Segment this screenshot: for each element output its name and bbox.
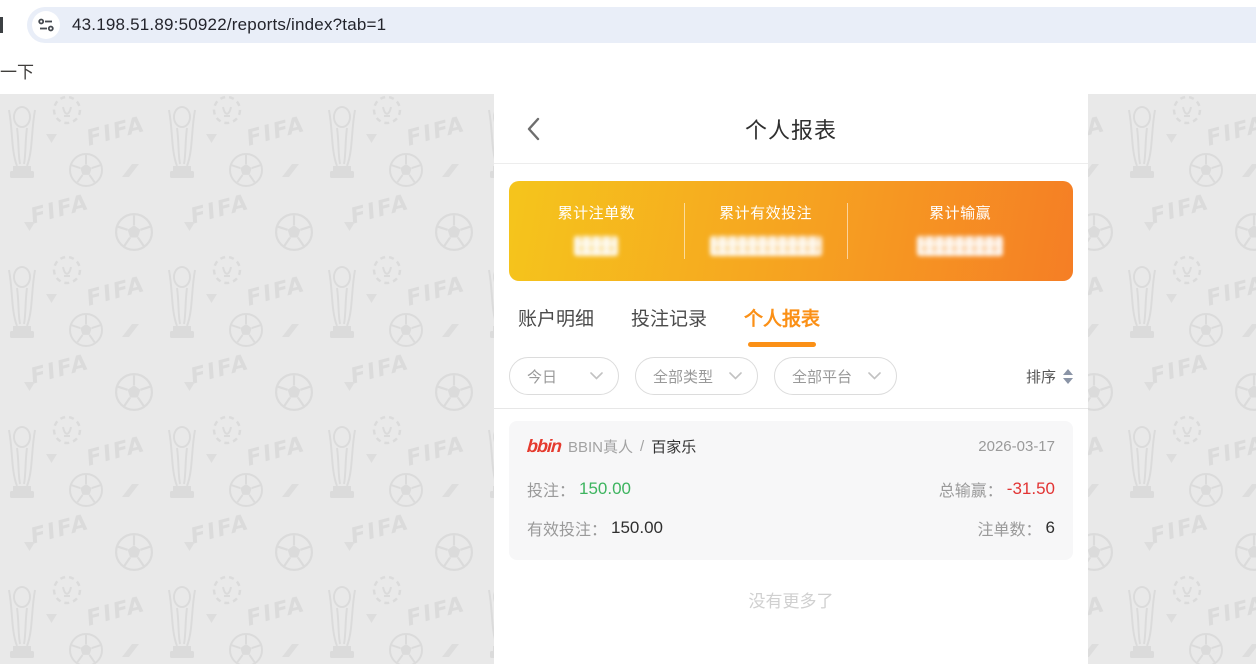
url-text[interactable]: 43.198.51.89:50922/reports/index?tab=1 [72,15,386,35]
platform-filter-label: 全部平台 [792,366,852,387]
tab-bar: 账户明细 投注记录 个人报表 [494,281,1088,347]
win-loss-label: 总输赢： [939,477,1003,501]
site-controls-icon[interactable] [32,11,60,39]
valid-bet-label: 有效投注： [527,516,607,540]
chevron-down-icon [590,372,603,380]
date-filter-dropdown[interactable]: 今日 [509,357,619,395]
type-filter-label: 全部类型 [653,366,713,387]
stats-divider [847,203,848,259]
bet-label: 投注： [527,477,575,501]
tab-personal-report[interactable]: 个人报表 [744,304,820,347]
platform-filter-dropdown[interactable]: 全部平台 [774,357,897,395]
report-row-card[interactable]: bbin BBIN真人 / 百家乐 2026-03-17 投注： 150.00 … [509,421,1073,560]
stat-label: 累计注单数 [509,202,684,223]
type-filter-dropdown[interactable]: 全部类型 [635,357,758,395]
filter-row: 今日 全部类型 全部平台 排序 [494,347,1088,409]
masked-value [574,236,618,256]
sort-button[interactable]: 排序 [1026,366,1073,387]
tab-account-details[interactable]: 账户明细 [518,304,594,347]
bet-value: 150.00 [579,479,631,499]
date-filter-label: 今日 [527,366,557,387]
partial-page-text: 一下 [0,58,34,83]
stat-win-loss: 累计输赢 [847,202,1073,261]
chevron-down-icon [729,372,742,380]
bbin-logo: bbin [526,436,561,457]
browser-top-strip: 43.198.51.89:50922/reports/index?tab=1 一… [0,0,1256,94]
stat-label: 累计有效投注 [684,202,848,223]
page-title: 个人报表 [494,113,1088,145]
bet-count-label: 注单数： [978,516,1042,540]
sort-arrows-icon [1063,369,1073,384]
stat-valid-bets: 累计有效投注 [684,202,848,261]
stat-label: 累计输赢 [847,202,1073,223]
win-loss-value: -31.50 [1007,479,1055,499]
personal-report-panel: 个人报表 累计注单数 累计有效投注 累计输赢 账户明细 投注记录 个人报表 今日 [494,94,1088,664]
stat-total-bets: 累计注单数 [509,202,684,261]
clipped-edge-fragment [0,17,3,33]
report-list: bbin BBIN真人 / 百家乐 2026-03-17 投注： 150.00 … [494,409,1088,612]
provider-name: BBIN真人 [568,436,633,457]
panel-header: 个人报表 [494,94,1088,164]
bet-count-value: 6 [1046,518,1055,538]
masked-value [917,236,1003,256]
separator: / [640,438,644,455]
sort-label: 排序 [1026,366,1056,387]
valid-bet-value: 150.00 [611,518,663,538]
game-name: 百家乐 [651,436,696,457]
tab-bet-records[interactable]: 投注记录 [631,304,707,347]
list-end-text: 没有更多了 [509,587,1073,612]
address-bar[interactable]: 43.198.51.89:50922/reports/index?tab=1 [27,7,1256,43]
provider-info: bbin BBIN真人 / 百家乐 [527,436,696,457]
stats-divider [684,203,685,259]
chevron-down-icon [868,372,881,380]
report-date: 2026-03-17 [978,438,1055,455]
masked-value [710,236,822,256]
summary-stats-card: 累计注单数 累计有效投注 累计输赢 [509,181,1073,281]
